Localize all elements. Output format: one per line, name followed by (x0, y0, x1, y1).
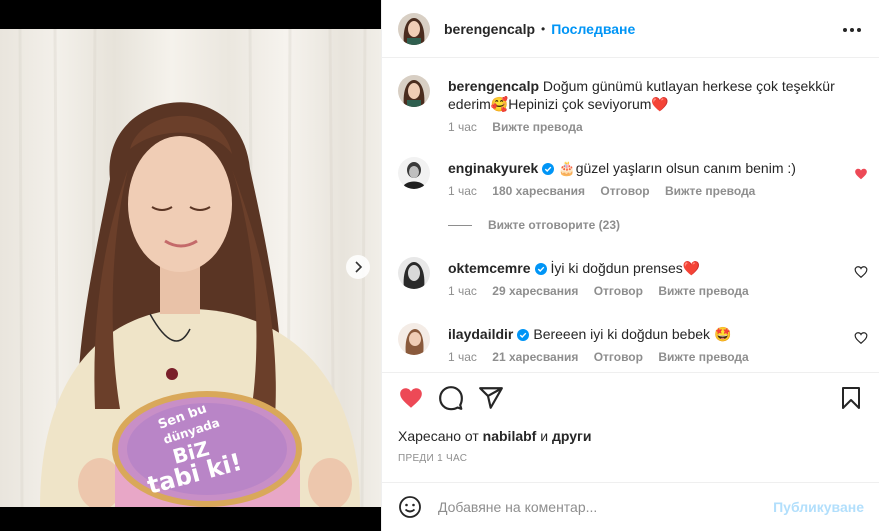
separator-dot: • (541, 21, 546, 36)
comment-text: oktemcemre İyi ki doğdun prenses❤️ (448, 259, 843, 279)
comment-time: 1 час (448, 284, 477, 298)
author-username[interactable]: berengencalp (444, 21, 535, 37)
comment-meta: 1 час 21 харесвания Отговор Вижте превод… (448, 350, 761, 364)
avatar-image (398, 157, 430, 189)
comment-input[interactable] (438, 499, 774, 515)
caption-meta: 1 час Вижте превода (448, 120, 595, 134)
verified-badge-icon (517, 327, 530, 345)
comment-translate-link[interactable]: Вижте превода (665, 184, 755, 198)
post-timestamp[interactable]: ПРЕДИ 1 ЧАС (398, 453, 467, 464)
author-avatar[interactable] (398, 12, 430, 45)
post-comment-button[interactable]: Публикуване (773, 499, 864, 515)
more-options-button[interactable] (840, 18, 864, 42)
comment-likes-count[interactable]: 180 харесвания (492, 184, 585, 198)
post-header: berengencalp • Последване (382, 0, 879, 58)
star-struck-emoji: 🤩 (713, 326, 732, 342)
liked-by-prefix: Харесано от (398, 428, 479, 444)
comment-time: 1 час (448, 350, 477, 364)
comment-like-button[interactable] (854, 331, 868, 345)
comment-username[interactable]: oktemcemre (448, 260, 531, 276)
cake-emoji: 🎂 (558, 160, 576, 176)
reply-button[interactable]: Отговор (594, 284, 643, 298)
view-replies-label: Вижте отговорите (23) (488, 218, 620, 232)
post-caption: berengencalp Doğum günümü kutlayan herke… (398, 75, 864, 145)
verified-badge-icon (534, 261, 547, 279)
comment-item: enginakyurek 🎂güzel yaşların olsun canım … (398, 157, 867, 207)
liked-by-and: и (540, 428, 549, 444)
verified-badge-icon (542, 161, 555, 179)
caption-translate-link[interactable]: Вижте превода (492, 120, 582, 134)
commenter-avatar[interactable] (398, 157, 430, 189)
follow-button[interactable]: Последване (551, 21, 635, 37)
caption-avatar[interactable] (398, 75, 430, 107)
replies-divider-line (448, 224, 472, 226)
chevron-right-icon (355, 261, 363, 273)
liked-by-line: Харесано от nabilabf и други (398, 428, 591, 444)
comment-meta: 1 час 180 харесвания Отговор Вижте прево… (448, 184, 767, 198)
red-heart-emoji: ❤️ (682, 260, 701, 276)
comments-list[interactable]: berengencalp Doğum günümü kutlayan herke… (382, 59, 879, 372)
comment-item: oktemcemre İyi ki doğdun prenses❤️ 1 час … (398, 257, 868, 307)
girl-with-cake-illustration: Sen bu dünyada BiZ tabi ki! (18, 29, 367, 507)
comment-username[interactable]: enginakyurek (448, 160, 538, 176)
heart-filled-icon (400, 388, 422, 408)
caption-text-part2: Hepinizi çok seviyorum (508, 96, 652, 112)
comment-body: güzel yaşların olsun canım benim :) (575, 160, 796, 176)
comment-translate-link[interactable]: Вижте превода (658, 284, 748, 298)
liked-by-user[interactable]: nabilabf (483, 428, 537, 444)
caption-time: 1 час (448, 120, 477, 134)
next-photo-button[interactable] (346, 255, 370, 279)
reply-button[interactable]: Отговор (600, 184, 649, 198)
smiley-face-icon (399, 496, 421, 518)
bookmark-icon (842, 387, 860, 409)
comment-button[interactable] (438, 385, 464, 411)
caption-username[interactable]: berengencalp (448, 78, 539, 94)
more-horizontal-icon (843, 28, 861, 32)
commenter-avatar[interactable] (398, 257, 430, 289)
heart-outline-icon (854, 266, 868, 279)
save-button[interactable] (840, 386, 864, 410)
comment-likes-count[interactable]: 29 харесвания (492, 284, 578, 298)
smiling-hearts-emoji: 🥰 (490, 96, 509, 112)
view-replies-button[interactable]: Вижте отговорите (23) (448, 218, 620, 232)
commenter-avatar[interactable] (398, 323, 430, 355)
comment-time: 1 час (448, 184, 477, 198)
comment-text: enginakyurek 🎂güzel yaşların olsun canım … (448, 159, 843, 179)
like-button[interactable] (398, 385, 424, 411)
liked-by-others[interactable]: други (552, 428, 591, 444)
share-button[interactable] (478, 385, 504, 411)
post-media-panel: Sen bu dünyada BiZ tabi ki! (0, 0, 381, 531)
caption-text: berengencalp Doğum günümü kutlayan herke… (448, 77, 843, 113)
post-photo[interactable]: Sen bu dünyada BiZ tabi ki! (0, 29, 381, 507)
comment-body: Bereeen iyi ki doğdun bebek (533, 326, 711, 342)
post-actions: Харесано от nabilabf и други ПРЕДИ 1 ЧАС (382, 372, 879, 482)
emoji-picker-button[interactable] (398, 495, 422, 519)
comment-meta: 1 час 29 харесвания Отговор Вижте превод… (448, 284, 761, 298)
comment-translate-link[interactable]: Вижте превода (658, 350, 748, 364)
avatar-image (398, 323, 430, 355)
comment-body: İyi ki doğdun prenses (550, 260, 683, 276)
comment-bubble-icon (439, 386, 463, 411)
comment-username[interactable]: ilaydaildir (448, 326, 513, 342)
heart-outline-icon (854, 332, 868, 345)
heart-filled-icon (855, 168, 867, 180)
action-icons-row (398, 385, 504, 411)
avatar-image (398, 75, 430, 107)
post-side-panel: berengencalp • Последване berengencalp D… (381, 0, 879, 531)
comment-like-button[interactable] (854, 265, 868, 279)
avatar-image (398, 257, 430, 289)
paper-plane-icon (479, 387, 503, 409)
comment-composer: Публикуване (382, 482, 879, 531)
comment-likes-count[interactable]: 21 харесвания (492, 350, 578, 364)
comment-item: ilaydaildir Bereeen iyi ki doğdun bebek 🤩… (398, 323, 868, 372)
instagram-post-modal: Sen bu dünyada BiZ tabi ki! berengencalp… (0, 0, 879, 531)
reply-button[interactable]: Отговор (594, 350, 643, 364)
avatar-image (398, 12, 430, 45)
red-heart-emoji: ❤️ (651, 96, 669, 112)
comment-like-button[interactable] (854, 167, 868, 181)
comment-text: ilaydaildir Bereeen iyi ki doğdun bebek 🤩 (448, 325, 843, 345)
